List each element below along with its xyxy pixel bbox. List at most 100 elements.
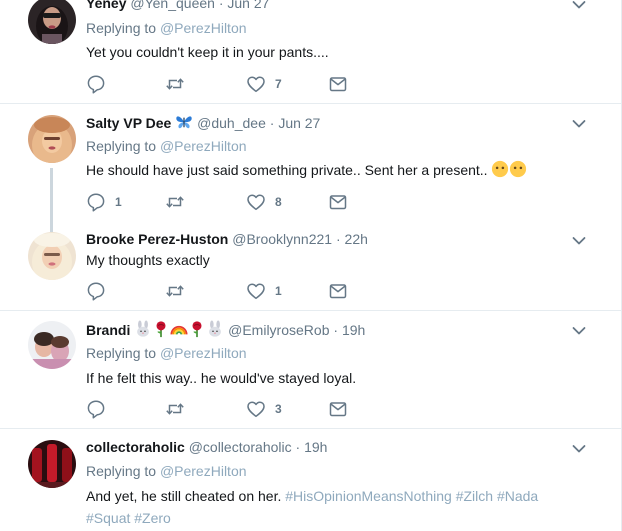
display-name[interactable]: Brandi (86, 322, 130, 338)
no-mouth-face-icon (509, 160, 527, 178)
replying-to: Replying to @PerezHilton (86, 344, 247, 362)
tweet-actions: 1 (86, 281, 386, 301)
timestamp[interactable]: Jun 27 (278, 115, 320, 131)
reply-button[interactable] (86, 74, 115, 94)
chevron-down-icon[interactable] (572, 0, 586, 10)
tweet-text: And yet, he still cheated on her. #HisOp… (86, 485, 556, 529)
tweet-brandi[interactable]: Brandi @EmilyroseRob · 19h Replying to @… (0, 311, 621, 428)
tweet-text: If he felt this way.. he would've stayed… (86, 370, 357, 386)
dm-icon (328, 281, 348, 301)
hashtag[interactable]: #Zilch (456, 488, 493, 504)
like-button[interactable]: 8 (246, 192, 282, 212)
separator-dot: · (295, 439, 301, 455)
avatar[interactable] (28, 0, 76, 44)
tweet-collectoraholic[interactable]: collectoraholic @collectoraholic · 19h R… (0, 429, 621, 531)
timestamp[interactable]: 19h (304, 439, 327, 455)
tweet-text: My thoughts exactly (86, 252, 210, 268)
avatar[interactable] (28, 232, 76, 280)
reply-button[interactable] (86, 281, 115, 301)
like-icon (246, 281, 266, 301)
user-handle[interactable]: @duh_dee (197, 115, 266, 131)
tweet-header: Salty VP Dee @duh_dee · Jun 27 (86, 113, 320, 132)
like-button[interactable]: 3 (246, 399, 282, 419)
display-name[interactable]: Salty VP Dee (86, 115, 171, 131)
rabbit-icon (206, 320, 224, 338)
chevron-down-icon[interactable] (572, 119, 586, 129)
tweet-salty-vp-dee[interactable]: Salty VP Dee @duh_dee · Jun 27 Replying … (0, 104, 621, 232)
dm-button[interactable] (328, 399, 348, 419)
like-button[interactable]: 7 (246, 74, 282, 94)
replying-to-handle[interactable]: @PerezHilton (160, 345, 247, 361)
replying-to-label: Replying to (86, 463, 157, 479)
timestamp[interactable]: Jun 27 (227, 0, 269, 11)
like-count: 7 (275, 77, 282, 91)
like-count: 1 (275, 284, 282, 298)
replying-to-handle[interactable]: @PerezHilton (160, 20, 247, 36)
dm-icon (328, 192, 348, 212)
chevron-down-icon[interactable] (572, 326, 586, 336)
tweet-actions: 1 8 (86, 192, 386, 212)
tweet-header: Yeney @Yen_queen · Jun 27 (86, 0, 269, 12)
hashtag[interactable]: #Zero (134, 510, 171, 526)
timestamp[interactable]: 22h (345, 231, 368, 247)
hashtag[interactable]: #HisOpinionMeansNothing (285, 488, 452, 504)
separator-dot: · (333, 322, 339, 338)
tweet-yeney[interactable]: Yeney @Yen_queen · Jun 27 Replying to @P… (0, 0, 621, 103)
retweet-icon (165, 192, 185, 212)
reply-button[interactable] (86, 399, 115, 419)
replying-to-label: Replying to (86, 345, 157, 361)
user-handle[interactable]: @Brooklynn221 (232, 231, 332, 247)
user-handle[interactable]: @EmilyroseRob (228, 322, 329, 338)
hashtag[interactable]: #Squat (86, 510, 130, 526)
retweet-icon (165, 399, 185, 419)
like-count: 3 (275, 402, 282, 416)
butterfly-icon (175, 113, 193, 131)
display-name[interactable]: collectoraholic (86, 439, 185, 455)
tweet-header: Brandi @EmilyroseRob · 19h (86, 320, 365, 339)
like-icon (246, 399, 266, 419)
tweet-text-body: He should have just said something priva… (86, 162, 488, 178)
avatar[interactable] (28, 440, 76, 488)
dm-button[interactable] (328, 74, 348, 94)
rabbit-icon (134, 320, 152, 338)
avatar[interactable] (28, 115, 76, 163)
display-name[interactable]: Brooke Perez-Huston (86, 231, 228, 247)
like-button[interactable]: 1 (246, 281, 282, 301)
reply-icon (86, 192, 106, 212)
timestamp[interactable]: 19h (342, 322, 365, 338)
separator-dot: · (218, 0, 224, 11)
user-handle[interactable]: @collectoraholic (189, 439, 292, 455)
replying-to: Replying to @PerezHilton (86, 19, 247, 37)
dm-button[interactable] (328, 281, 348, 301)
reply-button[interactable]: 1 (86, 192, 122, 212)
retweet-button[interactable] (165, 281, 185, 301)
replying-to-handle[interactable]: @PerezHilton (160, 138, 247, 154)
hashtag[interactable]: #Nada (497, 488, 538, 504)
user-handle[interactable]: @Yen_queen (130, 0, 215, 11)
tweet-text: He should have just said something priva… (86, 159, 566, 181)
replying-to-label: Replying to (86, 138, 157, 154)
tweet-text: Yet you couldn't keep it in your pants..… (86, 44, 329, 60)
retweet-button[interactable] (165, 74, 185, 94)
separator-dot: · (335, 231, 341, 247)
replying-to: Replying to @PerezHilton (86, 137, 247, 155)
tweet-brooke-perez-huston[interactable]: Brooke Perez-Huston @Brooklynn221 · 22h … (0, 222, 621, 310)
chevron-down-icon[interactable] (572, 444, 586, 454)
dm-button[interactable] (328, 192, 348, 212)
replying-to-label: Replying to (86, 20, 157, 36)
like-icon (246, 74, 266, 94)
reply-count: 1 (115, 195, 122, 209)
display-name[interactable]: Yeney (86, 0, 126, 11)
avatar[interactable] (28, 321, 76, 369)
tweet-header: Brooke Perez-Huston @Brooklynn221 · 22h (86, 230, 368, 248)
separator-dot: · (269, 115, 275, 131)
retweet-icon (165, 74, 185, 94)
replying-to-handle[interactable]: @PerezHilton (160, 463, 247, 479)
rainbow-icon (170, 320, 188, 338)
retweet-button[interactable] (165, 399, 185, 419)
tweet-header: collectoraholic @collectoraholic · 19h (86, 438, 327, 456)
reply-icon (86, 74, 106, 94)
chevron-down-icon[interactable] (572, 236, 586, 246)
dm-icon (328, 74, 348, 94)
retweet-button[interactable] (165, 192, 185, 212)
